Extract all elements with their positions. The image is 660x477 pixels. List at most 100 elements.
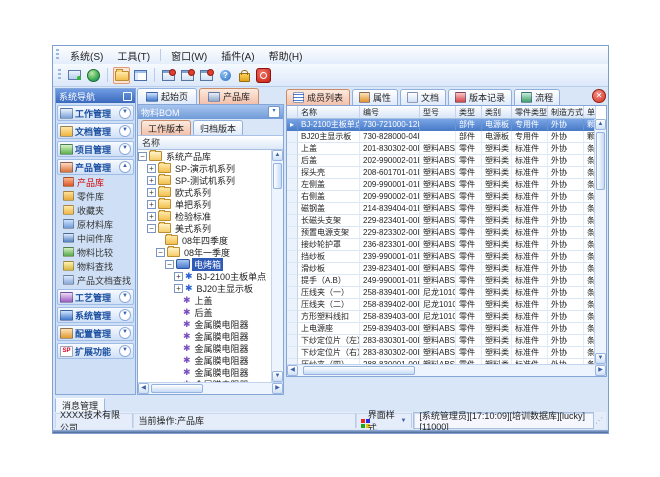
tree-node[interactable]: +✱BJ-2100主板单点 (138, 270, 271, 282)
grid-vertical-scrollbar[interactable]: ▲ ▼ (594, 119, 606, 364)
member-tab[interactable]: 文档 (400, 89, 446, 105)
nav-group-collapsed[interactable]: SP扩展功能▼ (57, 343, 134, 359)
scroll-down-button[interactable]: ▼ (595, 353, 606, 364)
pin-icon[interactable] (123, 92, 132, 101)
scroll-left-button[interactable]: ◀ (138, 383, 149, 394)
tree-expand-plus[interactable]: + (174, 272, 183, 281)
table-row[interactable]: 探头壳208-601701-01I塑料ABS零件塑料类标准件外协条 (287, 167, 594, 179)
tree-expand-plus[interactable]: + (147, 200, 156, 209)
tree-expand-minus[interactable]: − (147, 224, 156, 233)
scrollbar-thumb[interactable] (596, 132, 605, 190)
sidebar-item[interactable]: 收藏夹 (56, 203, 135, 217)
chevron-down-icon[interactable]: ▼ (119, 309, 131, 321)
tree-node[interactable]: +SP-演示机系列 (138, 162, 271, 174)
close-window-button[interactable] (198, 67, 215, 84)
chevron-down-icon[interactable]: ▼ (119, 291, 131, 303)
column-header[interactable]: 单位 (584, 106, 596, 119)
bom-panel-menu-button[interactable]: ▾ (268, 106, 280, 118)
menu-item[interactable]: 系统(S) (63, 47, 110, 64)
nav-group-expanded[interactable]: 产品管理▲ (57, 159, 134, 175)
version-tab[interactable]: 归档版本 (193, 120, 243, 135)
table-row[interactable]: 接纱轮护罩236-823301-00I塑料ABS零件塑料类标准件外协条 (287, 239, 594, 251)
column-header[interactable]: 名称 (298, 106, 360, 119)
chevron-up-icon[interactable]: ▲ (119, 161, 131, 173)
tree-expand-minus[interactable]: − (165, 260, 174, 269)
menu-item[interactable]: 插件(A) (214, 47, 261, 64)
member-tab[interactable]: 属性 (352, 89, 398, 105)
sidebar-item[interactable]: 原材料库 (56, 217, 135, 231)
menu-item[interactable]: 工具(T) (110, 47, 157, 64)
view-grid-button[interactable] (132, 67, 149, 84)
chevron-down-icon[interactable]: ▼ (119, 143, 131, 155)
table-row[interactable]: 挡纱板239-990001-01I塑料ABS零件塑料类标准件外协条 (287, 251, 594, 263)
version-tab[interactable]: 工作版本 (141, 120, 191, 135)
nav-group-collapsed[interactable]: 工艺管理▼ (57, 289, 134, 305)
table-row[interactable]: 预置电源支架229-823302-00I塑料ABS零件塑料类标准件外协条 (287, 227, 594, 239)
column-header[interactable]: 类别 (482, 106, 512, 119)
table-row[interactable]: BJ20主显示板730-828000-04I部件电源板专用件外协颗 (287, 131, 594, 143)
resize-grip[interactable]: ⋰ (595, 416, 604, 425)
chevron-down-icon[interactable]: ▼ (119, 125, 131, 137)
column-header[interactable]: 编号 (360, 106, 420, 119)
tree-node[interactable]: −08年一季度 (138, 246, 271, 258)
table-row[interactable]: 后盖202-990002-01I塑料ABS零件塑料类标准件外协条 (287, 155, 594, 167)
network-button[interactable] (85, 67, 102, 84)
help-button[interactable]: ? (217, 67, 234, 84)
scrollbar-thumb[interactable] (303, 366, 415, 375)
table-row[interactable]: 长磁头支架229-823401-00I塑料ABS零件塑料类标准件外协条 (287, 215, 594, 227)
scroll-right-button[interactable]: ▶ (595, 365, 606, 376)
toolbar-grip[interactable] (56, 49, 59, 61)
workspace-button[interactable] (66, 67, 83, 84)
sidebar-item[interactable]: 产品库 (56, 175, 135, 189)
tree-expand-plus[interactable]: + (147, 212, 156, 221)
tree-expand-minus[interactable]: − (156, 248, 165, 257)
tree-node[interactable]: ✱金属膜电阻器 (138, 354, 271, 366)
scroll-left-button[interactable]: ◀ (287, 365, 298, 376)
nav-group-collapsed[interactable]: 项目管理▼ (57, 141, 134, 157)
table-row[interactable]: 滑纱板239-823401-00I塑料ABS零件塑料类标准件外协条 (287, 263, 594, 275)
table-row[interactable]: 提手（A.B）249-990001-01I塑料ABS零件塑料类标准件外协条 (287, 275, 594, 287)
scrollbar-thumb[interactable] (273, 163, 282, 189)
nav-group-collapsed[interactable]: 配置管理▼ (57, 325, 134, 341)
scroll-up-button[interactable]: ▲ (595, 119, 606, 130)
table-row[interactable]: 磁钢盖214-839404-01I塑料ABS零件塑料类标准件外协条 (287, 203, 594, 215)
nav-group-collapsed[interactable]: 文档管理▼ (57, 123, 134, 139)
table-row[interactable]: 压线夹（二）258-839402-00I尼龙1010零件塑料类标准件外协条 (287, 299, 594, 311)
menu-item[interactable]: 窗口(W) (164, 47, 214, 64)
tree-expand-plus[interactable]: + (147, 188, 156, 197)
doc-tab[interactable]: 起始页 (137, 88, 197, 104)
open-library-button[interactable] (113, 67, 130, 84)
tree-node[interactable]: ✱金属膜电阻器 (138, 342, 271, 354)
tree-node[interactable]: −电烤箱 (138, 258, 271, 270)
tree-expand-plus[interactable]: + (147, 176, 156, 185)
tree-node[interactable]: +检验标准 (138, 210, 271, 222)
doc-tab[interactable]: 产品库 (199, 88, 259, 104)
tree-node[interactable]: ✱金属膜电阻器 (138, 318, 271, 330)
column-header[interactable]: 零件类型 (512, 106, 548, 119)
scroll-down-button[interactable]: ▼ (272, 371, 283, 382)
sidebar-item[interactable]: 物料查找 (56, 259, 135, 273)
chevron-down-icon[interactable]: ▼ (119, 345, 131, 357)
table-row[interactable]: 左侧盖209-990001-01I塑料ABS零件塑料类标准件外协条 (287, 179, 594, 191)
sidebar-item[interactable]: 中间件库 (56, 231, 135, 245)
table-row[interactable]: 压线夹（一）258-839401-00I尼龙1010零件塑料类标准件外协条 (287, 287, 594, 299)
table-row[interactable]: 下纱定位片（右）283-830302-00I塑料ABS零件塑料类标准件外协条 (287, 347, 594, 359)
menu-item[interactable]: 帮助(H) (262, 47, 310, 64)
scrollbar-thumb[interactable] (151, 384, 203, 393)
column-header[interactable]: 型号 (420, 106, 456, 119)
table-row[interactable]: 方形塑料线扣258-839403-00I尼龙1010零件塑料类标准件外协条 (287, 311, 594, 323)
tree-node[interactable]: +SP-测试机系列 (138, 174, 271, 186)
lock-button[interactable] (236, 67, 253, 84)
tree-column-header[interactable]: 名称 (138, 136, 283, 150)
grid-horizontal-scrollbar[interactable]: ◀ ▶ (287, 364, 606, 376)
chevron-down-icon[interactable]: ▼ (119, 327, 131, 339)
tree-node[interactable]: ✱金属膜电阻器 (138, 366, 271, 378)
tree-node[interactable]: −美式系列 (138, 222, 271, 234)
ui-style-dropdown[interactable]: 界面样式 ▼ (356, 413, 412, 428)
table-row[interactable]: 下纱定位片（左）283-830301-00I塑料ABS零件塑料类标准件外协条 (287, 335, 594, 347)
column-header[interactable]: 制造方式 (548, 106, 584, 119)
tree-node[interactable]: ✱后盖 (138, 306, 271, 318)
tree-expand-plus[interactable]: + (147, 164, 156, 173)
sidebar-item[interactable]: 产品文档查找 (56, 273, 135, 287)
tree-node[interactable]: 08年四季度 (138, 234, 271, 246)
